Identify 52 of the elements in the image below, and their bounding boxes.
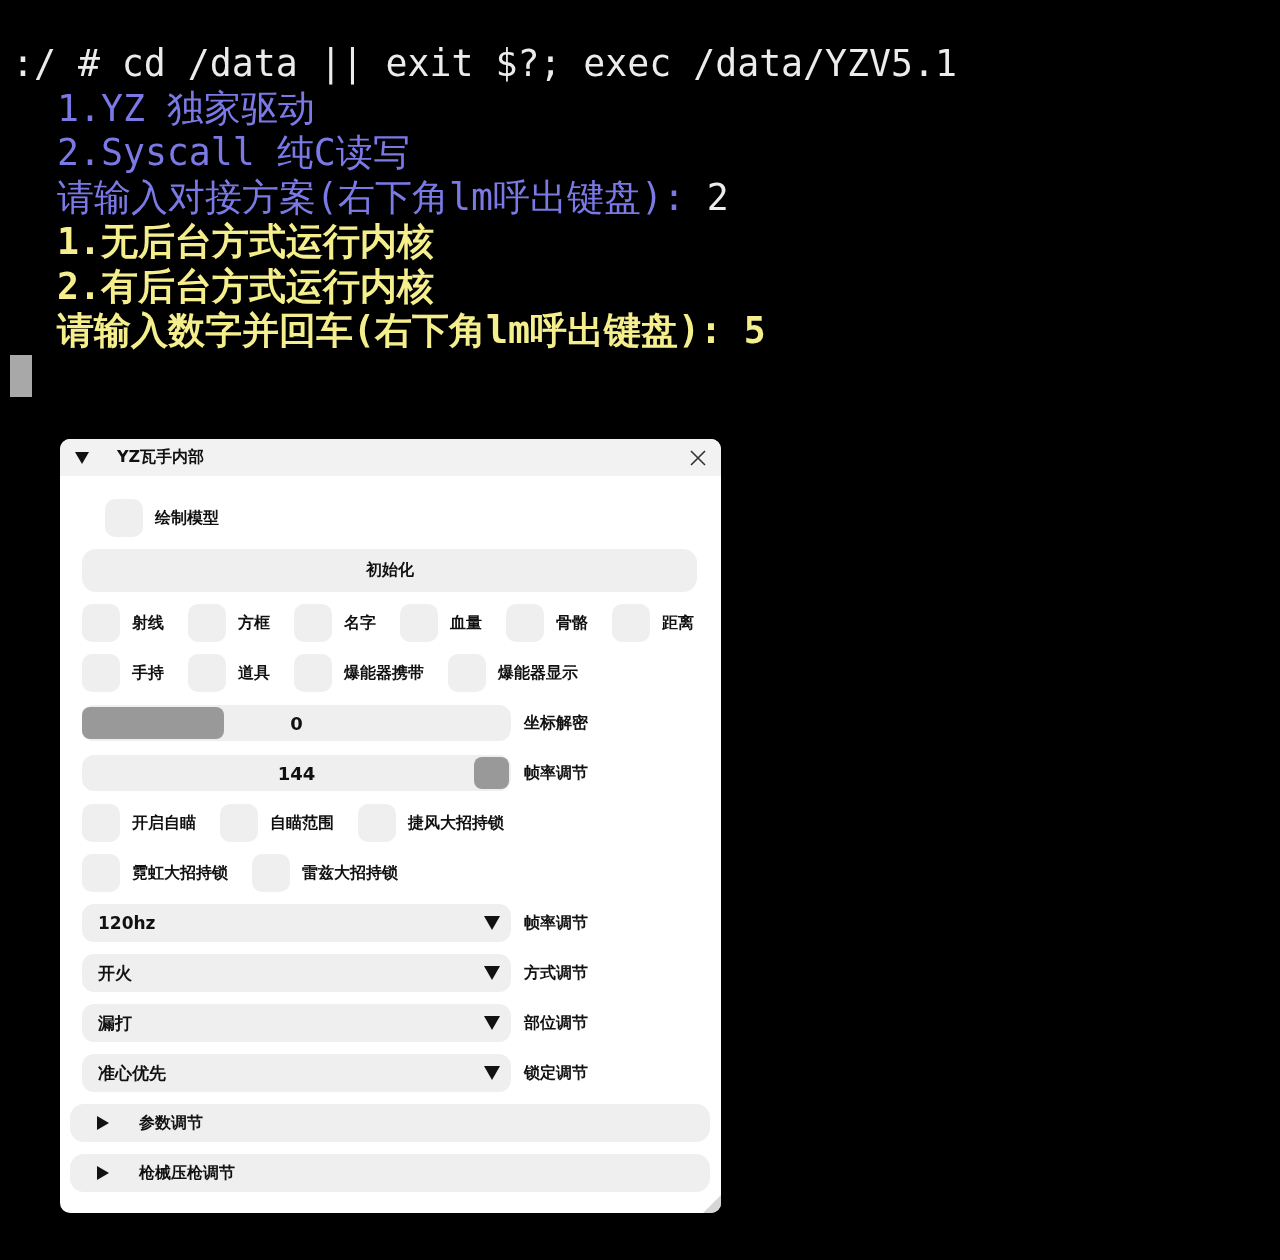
caret-icon bbox=[484, 1066, 500, 1080]
caret-icon bbox=[484, 1016, 500, 1030]
dropdown[interactable]: 漏打 bbox=[82, 1004, 511, 1042]
window-title: YZ瓦手内部 bbox=[117, 447, 206, 468]
checkbox-label[interactable]: 血量 bbox=[450, 612, 482, 634]
terminal-prompt: 请输入数字并回车(右下角lm呼出键盘): bbox=[57, 309, 722, 352]
terminal-output: 1.无后台方式运行内核 bbox=[57, 220, 434, 263]
section-header[interactable]: 枪械压枪调节 bbox=[70, 1154, 710, 1192]
checkbox-label[interactable]: 霓虹大招持锁 bbox=[132, 862, 228, 884]
dropdown-label: 锁定调节 bbox=[524, 1062, 588, 1084]
answer-text: 5 bbox=[743, 309, 766, 352]
checkbox-label[interactable]: 道具 bbox=[238, 662, 270, 684]
caret-icon bbox=[484, 966, 500, 980]
slider-label: 帧率调节 bbox=[524, 762, 588, 784]
slider-label: 坐标解密 bbox=[524, 712, 588, 734]
checkbox-label[interactable]: 方框 bbox=[238, 612, 270, 634]
terminal-output: 2.Syscall 纯C读写 bbox=[57, 131, 410, 174]
slider-value: 0 bbox=[290, 712, 303, 734]
slider-track[interactable]: 0 bbox=[82, 705, 511, 741]
init-button[interactable]: 初始化 bbox=[82, 549, 697, 592]
resize-handle[interactable] bbox=[703, 1195, 721, 1213]
answer-text: 2 bbox=[706, 175, 729, 219]
checkbox-label[interactable]: 爆能器显示 bbox=[498, 662, 578, 684]
checkbox-label[interactable]: 雷兹大招持锁 bbox=[302, 862, 398, 884]
checkbox-label[interactable]: 自瞄范围 bbox=[270, 812, 334, 834]
checkbox-label[interactable]: 骨骼 bbox=[556, 612, 588, 634]
dropdown[interactable]: 准心优先 bbox=[82, 1054, 511, 1092]
checkbox-label[interactable]: 名字 bbox=[344, 612, 376, 634]
terminal-output: 2.有后台方式运行内核 bbox=[57, 264, 434, 308]
terminal-prompt: 请输入对接方案(右下角lm呼出键盘): bbox=[57, 175, 685, 219]
caret-icon[interactable] bbox=[75, 451, 89, 464]
slider-value: 144 bbox=[277, 762, 316, 784]
dropdown-label: 帧率调节 bbox=[524, 912, 588, 934]
terminal-command: :/ # cd /data || exit $?; exec /data/YZV5.1 bbox=[12, 42, 957, 85]
slider-thumb[interactable] bbox=[474, 757, 509, 789]
checkbox-label[interactable]: 距离 bbox=[662, 612, 694, 634]
checkbox-label[interactable]: 绘制模型 bbox=[155, 507, 219, 529]
dropdown-label: 方式调节 bbox=[524, 962, 588, 984]
dropdown[interactable]: 120hz bbox=[82, 904, 511, 942]
terminal-output: 1.YZ 独家驱动 bbox=[57, 86, 315, 130]
checkbox-label[interactable]: 开启自瞄 bbox=[132, 812, 196, 834]
slider-track[interactable]: 144 bbox=[82, 755, 511, 791]
terminal-cursor bbox=[10, 354, 32, 397]
checkbox-label[interactable]: 捷风大招持锁 bbox=[408, 812, 504, 834]
dropdown-label: 部位调节 bbox=[524, 1012, 588, 1034]
checkbox-label[interactable]: 爆能器携带 bbox=[344, 662, 424, 684]
dropdown[interactable]: 开火 bbox=[82, 954, 511, 992]
caret-icon bbox=[484, 916, 500, 930]
close-icon[interactable] bbox=[690, 449, 706, 466]
checkbox-label[interactable]: 手持 bbox=[132, 662, 164, 684]
section-header[interactable]: 参数调节 bbox=[70, 1104, 710, 1142]
checkbox-label[interactable]: 射线 bbox=[132, 612, 164, 634]
